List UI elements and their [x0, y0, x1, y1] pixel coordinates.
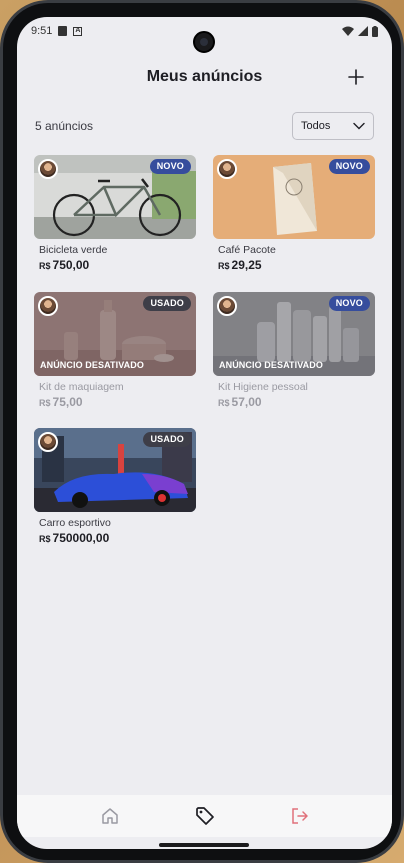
- ad-title: Kit de maquiagem: [39, 381, 124, 393]
- status-badge: NOVO: [149, 159, 191, 174]
- ad-image-hygiene-kit: NOVO ANÚNCIO DESATIVADO: [213, 292, 375, 376]
- notification-icon: A: [73, 26, 83, 36]
- page-header: Meus anúncios: [17, 65, 392, 89]
- battery-icon: [372, 25, 378, 37]
- deactivated-label: ANÚNCIO DESATIVADO: [219, 360, 323, 370]
- ad-price: R$ 57,00: [218, 395, 262, 409]
- front-camera: [193, 31, 215, 53]
- status-time: 9:51: [31, 25, 53, 37]
- add-ad-button[interactable]: [344, 65, 368, 89]
- filter-select[interactable]: Todos: [292, 112, 374, 140]
- signal-icon: [358, 26, 368, 36]
- avatar: [38, 159, 58, 179]
- status-badge: NOVO: [328, 296, 370, 311]
- ad-price: R$ 29,25: [218, 258, 262, 272]
- wifi-icon: [342, 26, 354, 36]
- avatar: [38, 296, 58, 316]
- ad-image-coffee-bag: NOVO: [213, 155, 375, 239]
- ad-title: Café Pacote: [218, 244, 276, 256]
- chevron-down-icon: [353, 122, 365, 130]
- home-icon: [101, 808, 118, 824]
- ad-image-makeup-kit: USADO ANÚNCIO DESATIVADO: [34, 292, 196, 376]
- filter-selected-value: Todos: [301, 120, 331, 132]
- ad-price: R$ 75,00: [39, 395, 83, 409]
- deactivated-label: ANÚNCIO DESATIVADO: [40, 360, 144, 370]
- status-badge: USADO: [143, 296, 191, 311]
- gesture-bar[interactable]: [159, 843, 249, 847]
- sim-icon: [58, 26, 68, 36]
- ad-card[interactable]: NOVO Café Pacote R$ 29,25: [213, 155, 375, 272]
- avatar: [217, 159, 237, 179]
- logout-icon: [291, 808, 308, 824]
- plus-icon: [348, 69, 364, 85]
- ad-title: Carro esportivo: [39, 517, 111, 529]
- phone-frame: 9:51 A Meus anúncios 5 anúncios Todos NO…: [0, 0, 404, 863]
- nav-my-ads[interactable]: [191, 802, 219, 830]
- nav-logout[interactable]: [286, 802, 314, 830]
- ads-toolbar: 5 anúncios Todos: [35, 112, 374, 140]
- ad-title: Kit Higiene pessoal: [218, 381, 308, 393]
- ad-card[interactable]: NOVO ANÚNCIO DESATIVADO Kit Higiene pess…: [213, 292, 375, 409]
- tag-icon: [195, 807, 214, 825]
- avatar: [217, 296, 237, 316]
- ad-image-sports-car: USADO: [34, 428, 196, 512]
- ad-price: R$ 750000,00: [39, 531, 110, 545]
- page-title: Meus anúncios: [146, 68, 263, 85]
- status-badge: USADO: [143, 432, 191, 447]
- ad-image-bicycle: NOVO: [34, 155, 196, 239]
- ad-card[interactable]: USADO Carro esportivo R$ 750000,00: [34, 428, 196, 545]
- ad-card[interactable]: NOVO Bicicleta verde R$ 750,00: [34, 155, 196, 272]
- app-screen: 9:51 A Meus anúncios 5 anúncios Todos NO…: [17, 17, 392, 849]
- bottom-nav: [17, 795, 392, 837]
- ad-price: R$ 750,00: [39, 258, 90, 272]
- avatar: [38, 432, 58, 452]
- nav-home[interactable]: [96, 802, 124, 830]
- ad-card[interactable]: USADO ANÚNCIO DESATIVADO Kit de maquiage…: [34, 292, 196, 409]
- ads-count: 5 anúncios: [35, 119, 94, 133]
- status-badge: NOVO: [328, 159, 370, 174]
- ad-title: Bicicleta verde: [39, 244, 108, 256]
